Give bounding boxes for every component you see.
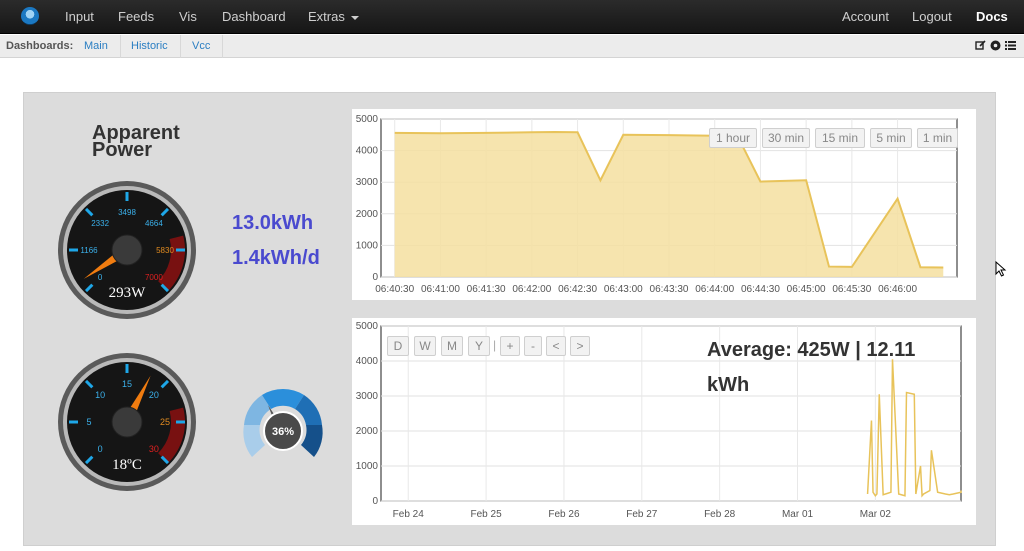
x-tick-label: 06:45:00 [787, 284, 826, 295]
y-tick-label: 2000 [356, 209, 379, 220]
emoncms-logo-icon[interactable] [21, 7, 39, 25]
y-tick-label: 3000 [356, 177, 379, 188]
zoom-out-button[interactable]: - [524, 336, 542, 356]
nav-dashboard[interactable]: Dashboard [222, 9, 286, 24]
top-navbar: Input Feeds Vis Dashboard Extras Account… [0, 0, 1024, 34]
x-tick-label: Feb 27 [626, 509, 658, 520]
nav-feeds[interactable]: Feeds [118, 9, 154, 24]
x-tick-label: 06:42:00 [512, 284, 551, 295]
y-tick-label: 0 [372, 272, 378, 283]
x-tick-label: 06:44:00 [695, 284, 734, 295]
range-30-min-button[interactable]: 30 min [762, 128, 810, 148]
x-tick-label: Feb 24 [393, 509, 425, 520]
edit-icon[interactable] [975, 40, 986, 51]
x-tick-label: Feb 28 [704, 509, 736, 520]
divider [222, 35, 223, 58]
x-tick-label: 06:43:00 [604, 284, 643, 295]
zoom-in-button[interactable]: + [500, 336, 520, 356]
nav-input[interactable]: Input [65, 9, 94, 24]
dial-tick-label: 15 [122, 379, 132, 389]
nav-vis[interactable]: Vis [179, 9, 197, 24]
nav-extras[interactable]: Extras [308, 9, 359, 24]
dial-tick-label: 25 [160, 417, 170, 427]
dashboard-link-vcc[interactable]: Vcc [192, 40, 210, 52]
dial-tick-label: 20 [149, 390, 159, 400]
dashboard-link-main[interactable]: Main [84, 40, 108, 52]
dial-tick-label: 3498 [118, 208, 136, 217]
dial-tick-label: 7000 [145, 273, 163, 282]
kwh-total-value: 13.0kWh [232, 212, 314, 234]
toolbar-divider: | [493, 338, 497, 352]
power-dial: 0 1166 2332 3498 4664 5830 7000 293W [58, 181, 196, 319]
view-month-button[interactable]: M [441, 336, 463, 356]
dashboard-link-historic[interactable]: Historic [131, 40, 168, 52]
y-tick-label: 0 [372, 496, 378, 507]
dashboards-label: Dashboards: [6, 40, 74, 52]
settings-icon[interactable] [990, 40, 1001, 51]
dial-tick-label: 30 [149, 444, 159, 454]
nav-extras-label: Extras [308, 9, 345, 24]
x-tick-label: 06:40:30 [375, 284, 414, 295]
y-tick-label: 4000 [356, 356, 379, 367]
divider [120, 35, 121, 58]
gauge-segment [243, 425, 265, 457]
x-tick-label: 06:43:30 [650, 284, 689, 295]
dial-value-label: 293W [109, 285, 147, 301]
range-15-min-button[interactable]: 15 min [815, 128, 865, 148]
chevron-down-icon [350, 15, 359, 20]
list-icon[interactable] [1005, 40, 1016, 51]
dial-tick-label: 0 [98, 444, 103, 454]
dashboards-subnav: Dashboards: Main Historic Vcc [0, 35, 1024, 58]
view-day-button[interactable]: D [387, 336, 409, 356]
y-tick-label: 2000 [356, 426, 379, 437]
gauge-segment [301, 425, 323, 457]
y-tick-label: 5000 [356, 321, 379, 332]
range-5-min-button[interactable]: 5 min [870, 128, 912, 148]
pan-right-button[interactable]: > [570, 336, 590, 356]
percent-gauge-label: 36% [272, 426, 294, 438]
view-year-button[interactable]: Y [468, 336, 490, 356]
dial-tick-label: 10 [95, 390, 105, 400]
dial-tick-label: 4664 [145, 219, 163, 228]
mouse-cursor-icon [995, 261, 1007, 277]
y-tick-label: 1000 [356, 461, 379, 472]
x-tick-label: 06:42:30 [558, 284, 597, 295]
x-tick-label: Feb 26 [548, 509, 580, 520]
widget-title-line-2: Power [92, 139, 153, 161]
y-tick-label: 1000 [356, 240, 379, 251]
y-tick-label: 5000 [356, 114, 379, 125]
nav-docs[interactable]: Docs [976, 9, 1008, 24]
dial-tick-label: 1166 [80, 246, 98, 255]
average-summary: Average: 425W | 12.11 kWh [707, 339, 916, 396]
dial-tick-label: 0 [98, 273, 103, 282]
percent-gauge: 36% [243, 389, 323, 457]
range-1-hour-button[interactable]: 1 hour [709, 128, 757, 148]
nav-logout[interactable]: Logout [912, 9, 952, 24]
dial-hub [111, 234, 143, 266]
x-tick-label: 06:45:30 [832, 284, 871, 295]
y-tick-label: 3000 [356, 391, 379, 402]
x-tick-label: Feb 25 [471, 509, 503, 520]
pan-left-button[interactable]: < [546, 336, 566, 356]
kwh-daily-value: 1.4kWh/d [232, 247, 320, 269]
dial-value-label: 18ºC [112, 457, 142, 473]
x-tick-label: 06:46:00 [878, 284, 917, 295]
x-tick-label: 06:44:30 [741, 284, 780, 295]
dial-tick-label: 5 [86, 417, 91, 427]
y-tick-label: 4000 [356, 146, 379, 157]
dial-tick-label: 2332 [91, 219, 109, 228]
nav-account[interactable]: Account [842, 9, 889, 24]
divider [180, 35, 181, 58]
x-tick-label: 06:41:30 [467, 284, 506, 295]
range-1-min-button[interactable]: 1 min [917, 128, 958, 148]
subnav-icon-group [975, 40, 1016, 51]
dial-tick-label: 5830 [156, 246, 174, 255]
widget-title: Apparent Power [92, 123, 180, 161]
x-tick-label: Mar 02 [860, 509, 892, 520]
view-week-button[interactable]: W [414, 336, 436, 356]
x-tick-label: Mar 01 [782, 509, 814, 520]
x-tick-label: 06:41:00 [421, 284, 460, 295]
temperature-dial: 0 5 10 15 20 25 30 18ºC [58, 353, 196, 491]
dial-hub [111, 406, 143, 438]
